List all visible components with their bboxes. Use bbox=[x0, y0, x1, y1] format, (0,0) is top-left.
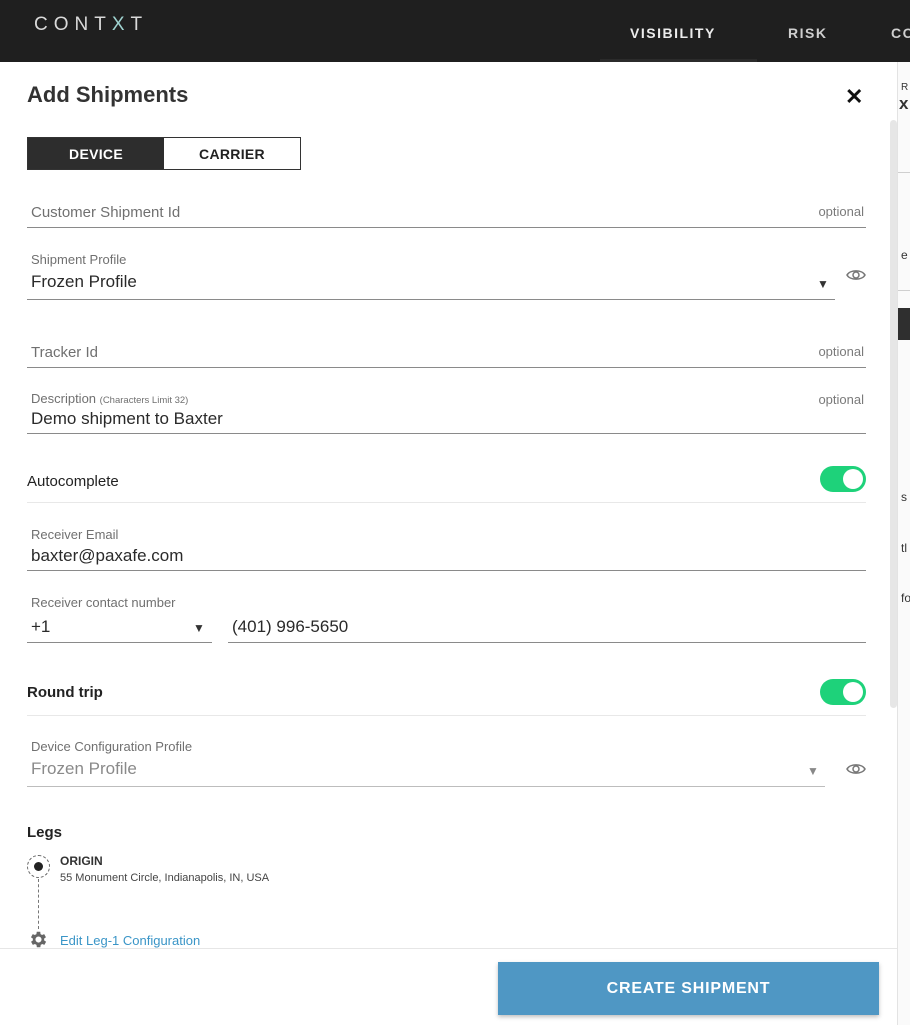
description-value: Demo shipment to Baxter bbox=[31, 409, 223, 428]
round-trip-label: Round trip bbox=[27, 684, 103, 701]
background-divider bbox=[898, 172, 910, 173]
logo-text-end: T bbox=[130, 14, 149, 35]
shipment-profile-select[interactable]: Shipment Profile Frozen Profile ▼ bbox=[27, 250, 835, 300]
divider bbox=[27, 715, 866, 716]
receiver-email-field[interactable]: Receiver Email baxter@paxafe.com bbox=[27, 525, 866, 571]
origin-marker-icon bbox=[27, 855, 50, 878]
background-text-fragment: tl bbox=[901, 541, 907, 555]
panel-scrollbar[interactable] bbox=[890, 120, 897, 708]
chevron-down-icon: ▼ bbox=[807, 764, 819, 778]
background-text-fragment: fo bbox=[901, 591, 910, 605]
background-text-fragment: x bbox=[899, 94, 909, 113]
nav-compliance[interactable]: CO bbox=[891, 25, 910, 41]
background-divider bbox=[898, 290, 910, 291]
customer-shipment-id-placeholder: Customer Shipment Id bbox=[31, 204, 181, 221]
description-field[interactable]: Description (Characters Limit 32) option… bbox=[27, 388, 866, 434]
nav-visibility[interactable]: VISIBILITY bbox=[630, 25, 716, 41]
receiver-contact-label: Receiver contact number bbox=[31, 595, 176, 610]
gear-icon[interactable] bbox=[28, 929, 49, 950]
background-text-fragment: e bbox=[901, 248, 908, 262]
close-icon[interactable]: ✕ bbox=[845, 84, 863, 110]
background-dark-bar bbox=[898, 308, 910, 340]
phone-number-value: (401) 996-5650 bbox=[232, 617, 349, 636]
device-config-profile-value: Frozen Profile bbox=[31, 759, 137, 778]
shipment-type-toggle: DEVICE CARRIER bbox=[27, 137, 301, 170]
panel-title: Add Shipments bbox=[27, 82, 189, 107]
view-config-eye-icon[interactable] bbox=[846, 762, 866, 776]
edit-leg-configuration-link[interactable]: Edit Leg-1 Configuration bbox=[60, 933, 200, 948]
autocomplete-label: Autocomplete bbox=[27, 473, 119, 490]
tab-device[interactable]: DEVICE bbox=[28, 138, 164, 169]
optional-hint: optional bbox=[818, 344, 864, 359]
background-text-fragment: R bbox=[901, 82, 909, 93]
tracker-id-placeholder: Tracker Id bbox=[31, 344, 98, 361]
autocomplete-toggle[interactable] bbox=[820, 466, 866, 492]
device-config-profile-select[interactable]: Device Configuration Profile Frozen Prof… bbox=[27, 737, 825, 787]
view-profile-eye-icon[interactable] bbox=[846, 268, 866, 282]
shipment-profile-label: Shipment Profile bbox=[31, 252, 127, 267]
background-text-fragment: s bbox=[901, 490, 907, 504]
customer-shipment-id-field[interactable]: Customer Shipment Id optional bbox=[27, 196, 866, 228]
round-trip-toggle[interactable] bbox=[820, 679, 866, 705]
nav-risk[interactable]: RISK bbox=[788, 25, 827, 41]
phone-number-input[interactable]: (401) 996-5650 bbox=[228, 612, 866, 643]
tracker-id-field[interactable]: Tracker Id optional bbox=[27, 336, 866, 368]
chevron-down-icon: ▼ bbox=[193, 621, 205, 635]
country-code-select[interactable]: +1 ▼ bbox=[27, 612, 212, 643]
description-label-text: Description bbox=[31, 391, 97, 406]
logo-text-x: X bbox=[111, 14, 131, 35]
country-code-value: +1 bbox=[31, 617, 51, 636]
logo-text-start: CONT bbox=[34, 14, 112, 35]
divider bbox=[27, 502, 866, 503]
device-config-profile-label: Device Configuration Profile bbox=[31, 739, 193, 754]
description-limit-hint: (Characters Limit 32) bbox=[99, 395, 189, 406]
shipment-profile-value: Frozen Profile bbox=[31, 272, 137, 291]
origin-dot-center bbox=[34, 862, 43, 871]
create-shipment-button[interactable]: CREATE SHIPMENT bbox=[498, 962, 879, 1015]
optional-hint: optional bbox=[818, 204, 864, 219]
tab-carrier[interactable]: CARRIER bbox=[164, 138, 300, 169]
background-page: R x e s tl fo bbox=[897, 62, 910, 1025]
toggle-knob bbox=[843, 682, 863, 702]
optional-hint: optional bbox=[818, 392, 864, 407]
chevron-down-icon: ▼ bbox=[817, 277, 829, 291]
legs-title: Legs bbox=[27, 824, 63, 841]
top-navigation-bar: CONTXT VISIBILITY RISK CO bbox=[0, 0, 910, 62]
app-logo[interactable]: CONTXT bbox=[34, 14, 148, 36]
toggle-knob bbox=[843, 469, 863, 489]
receiver-email-label: Receiver Email bbox=[31, 527, 119, 542]
origin-label: ORIGIN bbox=[60, 854, 103, 868]
receiver-email-value: baxter@paxafe.com bbox=[31, 546, 184, 565]
origin-address: 55 Monument Circle, Indianapolis, IN, US… bbox=[60, 872, 270, 884]
description-label: Description (Characters Limit 32) bbox=[31, 391, 188, 406]
leg-connector-line bbox=[38, 879, 39, 929]
